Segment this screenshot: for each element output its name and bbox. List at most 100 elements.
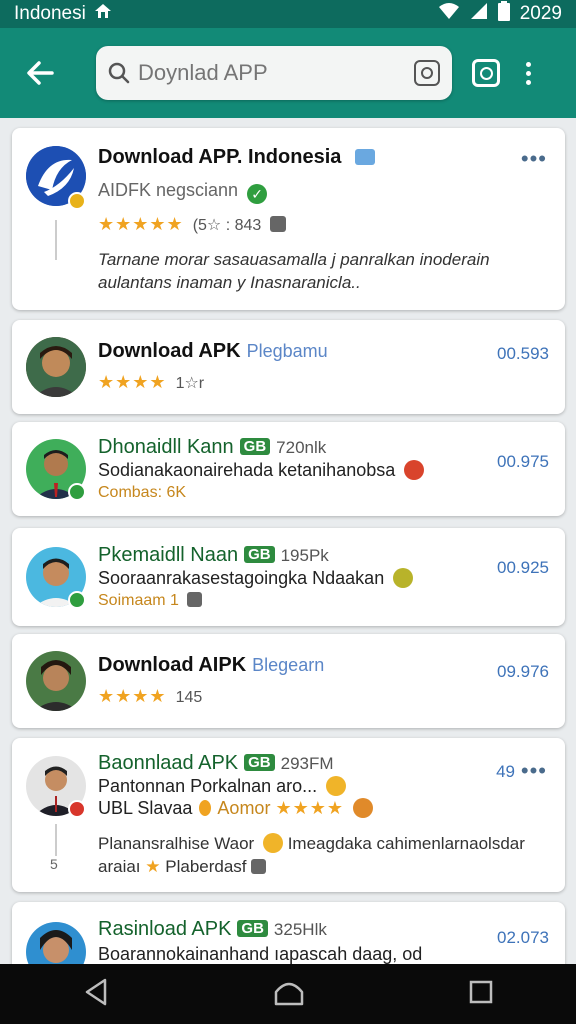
list-item[interactable]: Rasinload APK GB 325Hlk Boarannokainanhand…: [12, 902, 565, 964]
divider: [55, 220, 57, 260]
battery-icon: [497, 1, 510, 27]
desc-text-2: araiaı: [98, 857, 141, 876]
rating-count: 1☆r: [175, 375, 205, 392]
rating-count: (5☆ : 843: [192, 217, 262, 234]
app-description: Boarannokainanhand ıapascah daag, od: [98, 944, 423, 964]
search-icon: [108, 62, 130, 84]
app-line-2: UBL Slavaa Aomor ★★★★: [98, 798, 374, 819]
rating-stars: ★★★★: [275, 798, 344, 818]
lock-icon: [187, 592, 203, 607]
app-size: 195Pk: [280, 546, 329, 565]
app-title-text: Download APK: [98, 340, 241, 362]
avatar: [26, 922, 86, 964]
more-icon[interactable]: •••: [521, 146, 547, 172]
version-value: 00.975: [497, 452, 549, 471]
lock-icon: [270, 216, 287, 232]
description-line-1: Tarnane morar sasauasamalla j panralkan …: [98, 250, 490, 269]
app-title-text: Download AIPK: [98, 654, 247, 676]
home-outline-icon: [274, 982, 304, 1005]
app-meta: Soimaam 1: [98, 592, 179, 609]
app-title: Rasinload APK GB 325Hlk: [98, 918, 327, 941]
person-icon: [26, 651, 86, 711]
description-line-2: aulantans inaman y Inasnaranicla..: [98, 273, 361, 292]
lock-icon: [251, 859, 267, 874]
check-icon: ✓: [247, 184, 268, 204]
search-input[interactable]: [138, 60, 414, 86]
list-item[interactable]: Download AIPK Blegearn ★★★★ 145 09.976: [12, 634, 565, 728]
app-title: Download AIPK Blegearn: [98, 654, 324, 677]
app-line: Sooraanrakasestagoingka Ndaakan: [98, 568, 414, 589]
triangle-back-icon: [85, 978, 106, 1005]
signal-icon: [470, 2, 488, 26]
status-bar: Indonesi 2029: [0, 0, 576, 28]
app-line: Pantonnan Porkalnan aro...: [98, 776, 347, 797]
avatar: [26, 651, 86, 711]
navigation-bar: [0, 964, 576, 1024]
results-list: Download APP. Indonesia ••• AIDFK negsci…: [0, 118, 576, 964]
emoji-icon: [353, 798, 374, 818]
store-icon: [354, 149, 375, 165]
rating-stars: ★★★★★: [98, 214, 184, 234]
home-icon: [94, 3, 112, 25]
rating-stars: ★★★★: [98, 372, 167, 392]
emoji-icon: [326, 776, 347, 796]
desc-line-2: araiaı ★ Plaberdasf: [98, 855, 548, 878]
meta-line: Combas: 6K: [98, 484, 186, 502]
desc-text-1b: Imeagdaka cahimenlarnaolsdar: [287, 834, 525, 853]
list-item[interactable]: Download APK Plegbamu ★★★★ 1☆r 00.593: [12, 320, 565, 414]
list-item[interactable]: Dhonaidll Kann GB 720nlk Sodianakaonaireha…: [12, 422, 565, 516]
app-description: Tarnane morar sasauasamalla j panralkan …: [98, 248, 548, 294]
more-options-button[interactable]: [526, 61, 531, 85]
featured-app-card[interactable]: Download APP. Indonesia ••• AIDFK negsci…: [12, 128, 565, 310]
square-recents-icon: [470, 980, 493, 1003]
wifi-icon: [438, 2, 460, 26]
verified-badge-icon: [68, 192, 86, 210]
app-title-text: Pkemaidll Naan: [98, 544, 239, 566]
app-description: Sodianakaonairehada ketanihanobsa: [98, 460, 396, 480]
carrier-name: Indonesi: [14, 3, 86, 24]
app-badge: GB: [244, 754, 275, 771]
camera-search-icon[interactable]: [414, 60, 440, 86]
recents-nav-button[interactable]: [469, 980, 493, 1009]
developer-line: AIDFK negsciann ✓: [98, 180, 268, 204]
version-value: 09.976: [497, 662, 549, 681]
rating-count: 145: [175, 689, 203, 706]
search-bar[interactable]: [96, 46, 452, 100]
desc-line-1: Planansralhise Waor Imeagdaka cahimenlar…: [98, 832, 548, 855]
verified-badge-icon: [68, 591, 86, 609]
emoji-icon: [262, 833, 283, 853]
app-description: Sooraanrakasestagoingka Ndaakan: [98, 568, 385, 588]
meta-line: Soimaam 1: [98, 592, 203, 610]
app-line: Sodianakaonairehada ketanihanobsa: [98, 460, 425, 481]
app-title: Pkemaidll Naan GB 195Pk: [98, 544, 329, 567]
side-label: 5: [50, 856, 58, 872]
app-description: Pantonnan Porkalnan aro...: [98, 776, 318, 796]
app-title-text: Download APP. Indonesia: [98, 146, 342, 168]
list-item[interactable]: 5 Baonnlaad APK GB 293FM Pantonnan Porkaln…: [12, 738, 565, 892]
badge-icon: [68, 800, 86, 818]
version-value: 00.593: [497, 344, 549, 363]
person-icon: [26, 922, 86, 964]
app-size: 720nlk: [276, 438, 327, 457]
more-icon[interactable]: •••: [521, 758, 547, 784]
app-title: Download APP. Indonesia: [98, 146, 375, 169]
status-right: 2029: [438, 1, 562, 27]
screenshot-button[interactable]: [472, 59, 500, 87]
app-badge: GB: [239, 438, 271, 455]
back-button[interactable]: [14, 47, 66, 99]
status-left: Indonesi: [14, 3, 438, 25]
list-item[interactable]: Pkemaidll Naan GB 195Pk Sooraanrakasestago…: [12, 528, 565, 626]
rating-stars: ★★★★: [98, 686, 167, 706]
back-nav-button[interactable]: [83, 978, 109, 1011]
rating-line: ★★★★★ (5☆ : 843: [98, 214, 287, 235]
app-label: UBL Slavaa: [98, 798, 193, 818]
rating-line: ★★★★ 1☆r: [98, 372, 204, 393]
desc-text-1: Planansralhise Waor: [98, 834, 255, 853]
clock: 2029: [519, 3, 562, 24]
verified-badge-icon: [68, 483, 86, 501]
home-nav-button[interactable]: [274, 978, 304, 1011]
app-title: Baonnlaad APK GB 293FM: [98, 752, 334, 775]
avatar: [26, 337, 86, 397]
app-badge: GB: [237, 920, 268, 937]
version-value: 00.925: [497, 558, 549, 577]
